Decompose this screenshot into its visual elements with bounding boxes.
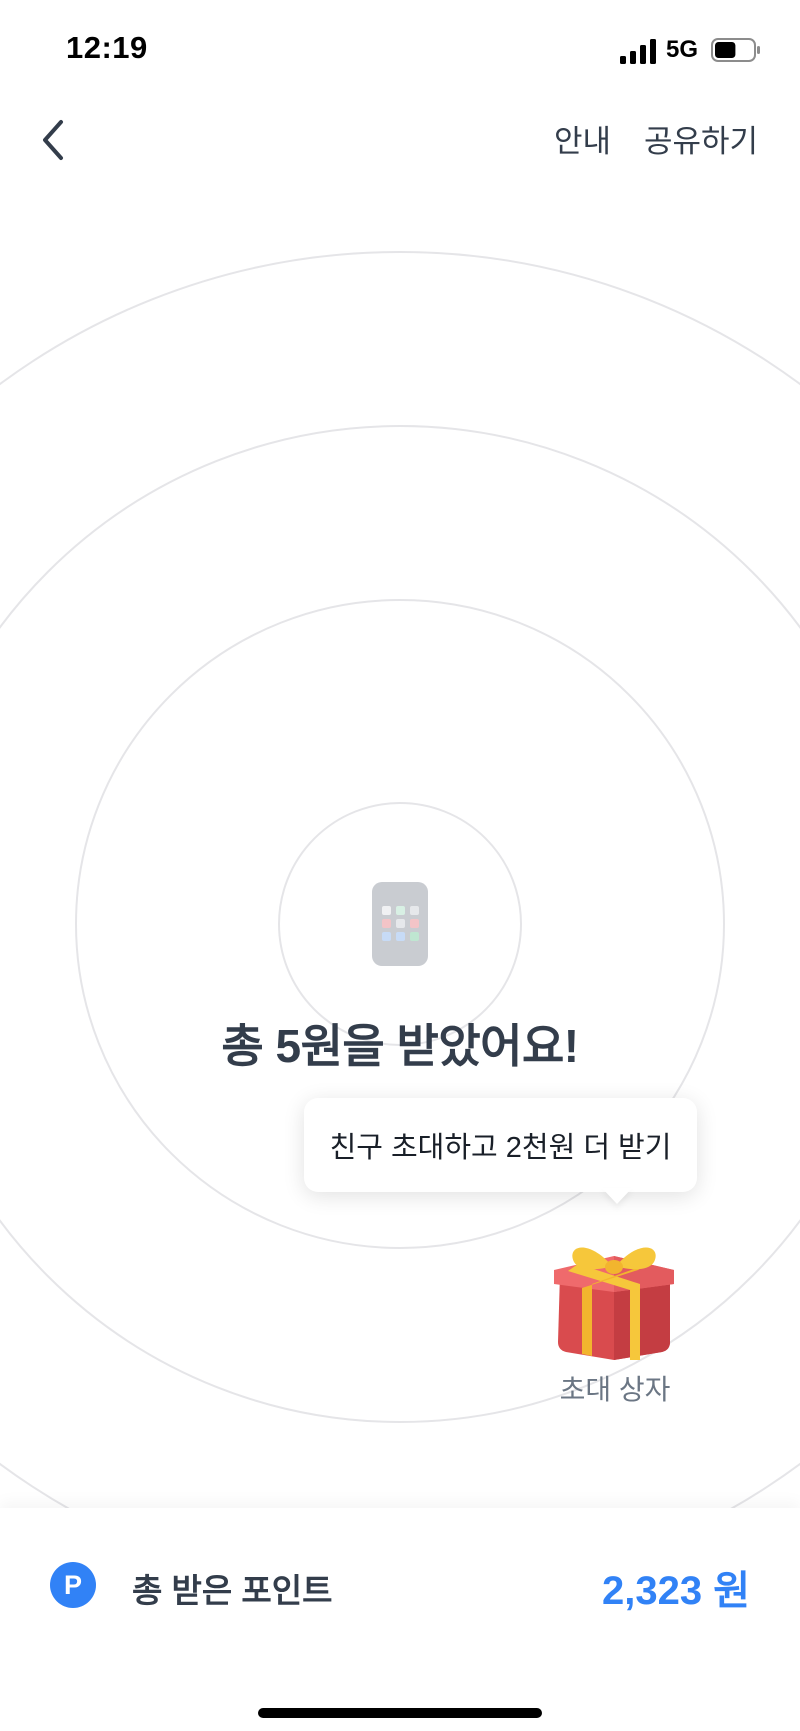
home-indicator[interactable] bbox=[258, 1708, 542, 1718]
points-icon: P bbox=[50, 1562, 96, 1608]
points-value: 2,323 원 bbox=[601, 1569, 750, 1613]
reward-headline: 총 5원을 받았어요! bbox=[221, 1020, 579, 1072]
ring-4 bbox=[0, 251, 800, 1510]
tooltip-arrow bbox=[602, 1188, 632, 1204]
phone-icon bbox=[372, 882, 428, 966]
gift-box-icon[interactable] bbox=[548, 1226, 680, 1360]
points-panel: P 총 받은 포인트 2,323 원 bbox=[0, 1508, 800, 1731]
invite-tooltip-text: 친구 초대하고 2천원 더 받기 bbox=[329, 1132, 672, 1164]
points-label: 총 받은 포인트 bbox=[132, 1572, 333, 1609]
invite-tooltip[interactable]: 친구 초대하고 2천원 더 받기 bbox=[304, 1098, 697, 1192]
radar-rings bbox=[0, 251, 800, 1510]
gift-label: 초대 상자 bbox=[559, 1374, 671, 1405]
